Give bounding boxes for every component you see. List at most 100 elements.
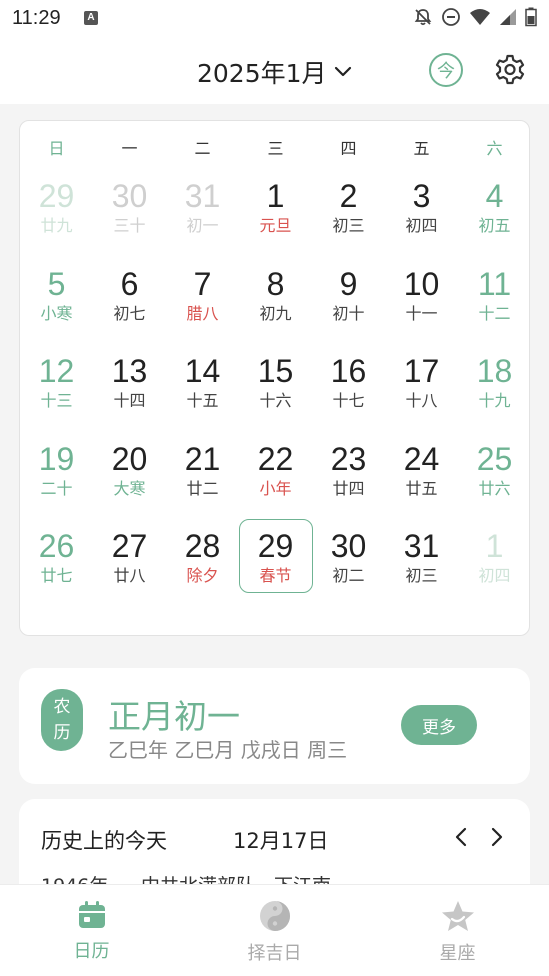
- lunar-badge-bottom: 历: [53, 723, 71, 743]
- lunar-label: 二十: [40, 478, 73, 498]
- day-number: 6: [120, 265, 139, 302]
- lunar-label: 小寒: [40, 303, 73, 323]
- day-cell[interactable]: 13 十四: [93, 351, 166, 439]
- day-number: 1: [485, 528, 504, 564]
- day-cell[interactable]: 21 廿二: [166, 439, 239, 527]
- weekday-mon: 一: [121, 139, 138, 158]
- lunar-label: 初七: [113, 303, 146, 323]
- day-cell[interactable]: 30 三十: [93, 176, 166, 264]
- day-cell[interactable]: 8 初九: [239, 264, 312, 352]
- day-cell[interactable]: 26 廿七: [20, 526, 93, 614]
- day-cell-selected[interactable]: 29 春节: [239, 519, 313, 614]
- day-cell[interactable]: 11 十二: [458, 264, 531, 352]
- day-number: 25: [476, 440, 513, 477]
- lunar-label: 初一: [186, 216, 219, 235]
- day-number: 27: [111, 528, 148, 564]
- lunar-badge: 农 历: [41, 689, 83, 751]
- day-cell[interactable]: 10 十一: [385, 264, 458, 352]
- weekday-wed: 三: [267, 139, 284, 158]
- day-cell[interactable]: 12 十三: [20, 351, 93, 439]
- day-number: 20: [111, 440, 148, 477]
- day-cell[interactable]: 14 十五: [166, 351, 239, 439]
- day-cell[interactable]: 6 初七: [93, 264, 166, 352]
- day-cell[interactable]: 1 初四: [458, 526, 531, 614]
- day-cell[interactable]: 5 小寒: [20, 264, 93, 352]
- day-cell[interactable]: 3 初四: [385, 176, 458, 264]
- lunar-label: 十九: [478, 391, 511, 410]
- status-time: 11:29: [12, 7, 61, 29]
- lunar-label: 初九: [259, 303, 292, 323]
- day-cell[interactable]: 28 除夕: [166, 526, 239, 614]
- history-next-button[interactable]: [487, 823, 507, 851]
- day-number: 10: [403, 265, 440, 302]
- notifications-off-icon: [414, 9, 432, 26]
- lunar-label: 初四: [478, 566, 511, 585]
- settings-button[interactable]: [492, 52, 528, 88]
- nav-horoscope[interactable]: 星座: [366, 885, 549, 976]
- day-cell[interactable]: 22 小年: [239, 439, 312, 527]
- lunar-label: 十三: [40, 391, 73, 410]
- lunar-label: 元旦: [259, 216, 292, 235]
- day-number: 30: [330, 528, 367, 564]
- today-button[interactable]: 今: [429, 53, 463, 87]
- day-cell[interactable]: 25 廿六: [458, 439, 531, 527]
- day-number: 14: [184, 353, 221, 389]
- cellular-signal-icon: [500, 9, 516, 25]
- day-cell[interactable]: 23 廿四: [312, 439, 385, 527]
- day-cell[interactable]: 19 二十: [20, 439, 93, 527]
- lunar-label: 小年: [259, 478, 292, 498]
- lunar-label: 大寒: [113, 478, 146, 498]
- day-number: 1: [266, 178, 285, 214]
- lunar-label: 十一: [405, 303, 438, 323]
- lunar-label: 春节: [259, 566, 292, 585]
- more-button[interactable]: 更多: [401, 705, 477, 745]
- day-number: 16: [330, 353, 367, 389]
- lunar-label: 十六: [259, 391, 292, 410]
- day-cell[interactable]: 29 廿九: [20, 176, 93, 264]
- lunar-label: 廿七: [40, 566, 73, 585]
- history-title: 历史上的今天: [41, 829, 167, 853]
- day-cell[interactable]: 1 元旦: [239, 176, 312, 264]
- day-cell[interactable]: 4 初五: [458, 176, 531, 264]
- lunar-label: 初三: [332, 216, 365, 235]
- day-cell[interactable]: 2 初三: [312, 176, 385, 264]
- day-cell[interactable]: 30 初二: [312, 526, 385, 614]
- lunar-badge-top: 农: [53, 697, 71, 717]
- nav-calendar[interactable]: 日历: [0, 885, 183, 976]
- lunar-label: 初三: [405, 566, 438, 585]
- day-cell[interactable]: 27 廿八: [93, 526, 166, 614]
- lunar-info-card: 农 历 正月初一 乙巳年 乙巳月 戊戌日 周三 更多: [19, 668, 530, 784]
- weekday-sun: 日: [48, 139, 65, 158]
- calendar-grid: 29 廿九 30 三十 31 初一 1 元旦 2 初三 3 初四 4 初五 5 小寒 6 初七 7…: [20, 176, 531, 614]
- day-cell[interactable]: 9 初十: [312, 264, 385, 352]
- lunar-label: 十四: [113, 391, 146, 410]
- lunar-label: 初十: [332, 303, 365, 323]
- lunar-label: 腊八: [186, 303, 219, 323]
- day-cell[interactable]: 15 十六: [239, 351, 312, 439]
- app-notification-icon: A: [84, 11, 98, 25]
- day-number: 17: [403, 353, 440, 389]
- day-number: 29: [38, 178, 75, 214]
- day-number: 24: [403, 440, 440, 477]
- day-number: 23: [330, 440, 367, 477]
- day-cell[interactable]: 17 十八: [385, 351, 458, 439]
- history-prev-button[interactable]: [451, 823, 471, 851]
- weekday-tue: 二: [194, 139, 211, 158]
- day-cell[interactable]: 18 十九: [458, 351, 531, 439]
- status-bar: 11:29 A: [0, 0, 549, 36]
- day-cell[interactable]: 7 腊八: [166, 264, 239, 352]
- weekday-fri: 五: [413, 139, 430, 158]
- day-cell[interactable]: 20 大寒: [93, 439, 166, 527]
- day-cell[interactable]: 31 初三: [385, 526, 458, 614]
- month-title: 2025年1月: [197, 59, 327, 88]
- nav-auspicious-day[interactable]: 择吉日: [183, 885, 366, 976]
- lunar-label: 除夕: [186, 566, 219, 585]
- lunar-label: 廿六: [478, 478, 511, 498]
- chevron-down-icon: [334, 66, 351, 77]
- day-number: 5: [47, 265, 66, 302]
- lunar-label: 初二: [332, 566, 365, 585]
- day-cell[interactable]: 16 十七: [312, 351, 385, 439]
- month-picker[interactable]: 2025年1月: [197, 54, 353, 90]
- day-cell[interactable]: 31 初一: [166, 176, 239, 264]
- day-cell[interactable]: 24 廿五: [385, 439, 458, 527]
